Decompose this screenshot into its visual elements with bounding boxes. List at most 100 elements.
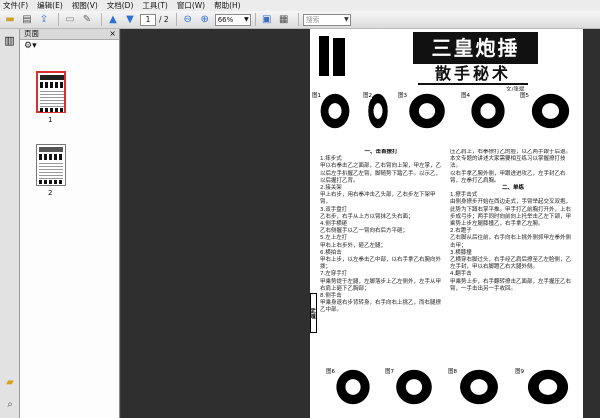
- photo: 图7: [383, 367, 445, 417]
- chevron-down-icon: ▼: [244, 15, 249, 23]
- next-page-icon[interactable]: ▼: [123, 13, 137, 26]
- photo-strip-bottom: 图6 图7 图8 图9: [310, 367, 583, 418]
- paragraph: 甲上右步，用右拳冲击乙头部，乙右步左下架甲臂，: [320, 192, 436, 206]
- article-column-left: 一、击首撩打 1.摔步式 甲以右拳击乙之面部，乙右臂向上架，甲左掌，乙以后左手扒…: [320, 149, 442, 365]
- menu-help[interactable]: 帮助(H): [214, 0, 241, 11]
- panel-options-icon[interactable]: ⚙▾: [20, 40, 119, 53]
- paragraph: 以右手拿乙腕外侧，甲跟进进攻乙，左手封乙右臂，左拳打乙肩胸。: [450, 170, 566, 184]
- photo-number: 图4: [461, 91, 470, 99]
- martial-arts-photo: [313, 32, 351, 82]
- paragraph: 乙右脚从后往前，右手向右上挑外侧抓甲左拳外侧击甲；: [450, 235, 572, 249]
- toolbar: ▬ ▤ ⇪ ▭ ✎ ▲ ▼ 1 / 2 ⊖ ⊕ 66% ▼ ▣ ▦ 搜索 ▼: [0, 11, 600, 29]
- comments-icon[interactable]: ▰: [3, 377, 17, 389]
- paragraph: 5.左上左打: [320, 235, 348, 242]
- paragraph: 甲乘势提于左腿，左脚落步上乙左侧外，左手从甲右肩上砸下乙胸部；: [320, 278, 442, 292]
- page-thumbnail-1[interactable]: [36, 71, 66, 113]
- photo: 图9: [513, 367, 583, 417]
- menu-file[interactable]: 文件(F): [3, 0, 28, 11]
- attachment-icon[interactable]: ⌕: [3, 399, 17, 411]
- zoom-out-icon[interactable]: ⊖: [181, 13, 195, 26]
- thumbnail-text-block: [39, 162, 63, 179]
- paragraph: 7.左穿手打: [320, 271, 348, 278]
- photo-number: 图1: [312, 91, 321, 99]
- article-title: 三皇炮捶: [413, 32, 538, 64]
- comment-icon[interactable]: ▭: [63, 13, 77, 26]
- figure-silhouette: [333, 38, 345, 76]
- menu-bar: 文件(F) 编辑(E) 视图(V) 文档(D) 工具(T) 窗口(W) 帮助(H…: [0, 0, 600, 11]
- paragraph: 压乙肩上，右拳撩打乙的脸，以乙两手跟于后退。本文专题的讲述大家需要相互练习以掌握…: [450, 149, 572, 170]
- share-icon[interactable]: ⇪: [37, 13, 51, 26]
- previous-page-icon[interactable]: ▲: [106, 13, 120, 26]
- photo-strip-top: 图1 图2 图3 图4 图5: [310, 91, 583, 141]
- article-column-right: 压乙肩上，右拳撩打乙的脸，以乙两手跟于后退。本文专题的讲述大家需要相互练习以掌握…: [450, 149, 576, 365]
- open-folder-icon[interactable]: ▬: [3, 13, 17, 26]
- pages-panel-icon[interactable]: ▥: [3, 34, 16, 47]
- menu-tools[interactable]: 工具(T): [142, 0, 167, 11]
- print-icon[interactable]: ▤: [20, 13, 34, 26]
- paragraph: 3.横膝撞: [450, 249, 472, 256]
- photo-number: 图8: [448, 367, 457, 375]
- fit-page-icon[interactable]: ▦: [277, 13, 291, 26]
- photo: 图1: [310, 91, 360, 141]
- pages-panel-title: 页面: [24, 29, 39, 38]
- thumbnail-photo-strip: [40, 108, 64, 112]
- paragraph: 甲乘身退右步背转身，右手向右上挑乙，而右腿撩乙中部。: [320, 300, 442, 314]
- photo-number: 图5: [520, 91, 529, 99]
- thumbnail-photo-strip: [40, 82, 64, 88]
- toolbar-divider: [254, 13, 256, 26]
- photo-number: 图3: [398, 91, 407, 99]
- paragraph: 6.横拍击: [320, 249, 342, 256]
- magazine-section-label: 武魂: [310, 293, 317, 333]
- paragraph: 甲乘势上步，右手翻转撩击乙面部，左手握压乙右臂，一手击出另一手收回。: [450, 278, 572, 292]
- zoom-in-icon[interactable]: ⊕: [198, 13, 212, 26]
- paragraph: 乙右步，右手从上方以臂抹乙头右面；: [320, 213, 414, 220]
- zoom-select[interactable]: 66% ▼: [214, 13, 251, 26]
- paragraph: 4.翻手击: [450, 271, 472, 278]
- page-number-input[interactable]: 1: [140, 13, 156, 26]
- thumbnail-title-block: [39, 147, 63, 152]
- menu-edit[interactable]: 编辑(E): [37, 0, 63, 11]
- photo-number: 图7: [385, 367, 394, 375]
- toolbar-divider: [297, 13, 299, 26]
- thumbnail-photo-strip: [39, 180, 63, 184]
- navigation-bar: ▥ ▰ ⌕: [0, 29, 20, 418]
- zoom-value: 66%: [217, 15, 234, 24]
- pages-panel-header: 页面 ×: [20, 29, 119, 40]
- paragraph: 甲以右拳击乙之面部，乙右臂向上架，甲左掌，乙以后左手扒握乙左臂，脚随势下踏乙手。…: [320, 163, 442, 184]
- photo: 图2: [361, 91, 395, 141]
- menu-window[interactable]: 窗口(W): [177, 0, 205, 11]
- article-subtitle: 散手秘术: [418, 63, 528, 85]
- page-total: / 2: [159, 15, 169, 24]
- paragraph: 甲右上右步外，砸乙左腿；: [320, 242, 387, 249]
- paragraph: 3.双手盘打: [320, 206, 348, 213]
- close-icon[interactable]: ×: [109, 29, 116, 39]
- toolbar-divider: [101, 13, 102, 26]
- photo-number: 图9: [515, 367, 524, 375]
- thumbnail-text-block: [40, 90, 64, 107]
- menu-view[interactable]: 视图(V): [72, 0, 98, 11]
- sign-icon[interactable]: ✎: [80, 13, 94, 26]
- document-viewer[interactable]: 三皇炮捶 散手秘术 文/张斌 图1 图2 图3 图4 图5 一、击首撩打 1.摔…: [121, 29, 600, 418]
- menu-document[interactable]: 文档(D): [107, 0, 134, 11]
- pages-panel: 页面 × ⚙▾ 1 2: [20, 29, 120, 418]
- page-thumbnail-label: 2: [48, 189, 53, 197]
- photo: 图5: [518, 91, 583, 141]
- page-thumbnail-2[interactable]: [36, 144, 66, 186]
- photo: 图4: [459, 91, 517, 141]
- paragraph: 甲右上步，以左拳击乙中部，以右手拿乙右腕向外拨；: [320, 257, 442, 271]
- figure-silhouette: [319, 36, 329, 76]
- search-placeholder: 搜索: [305, 15, 320, 24]
- save-icon[interactable]: ▣: [260, 13, 274, 26]
- photo-number: 图6: [326, 367, 335, 375]
- photo: 图8: [446, 367, 512, 417]
- photo-number: 图2: [363, 91, 372, 99]
- chevron-down-icon: ▼: [344, 15, 349, 23]
- search-input[interactable]: 搜索 ▼: [302, 13, 351, 26]
- paragraph: 由侧身撩步开始在西边走式，手臂举起交叉双抱，此势为下蹲右掌平推。甲手打乙前胸打开…: [450, 199, 572, 228]
- toolbar-divider: [175, 13, 177, 26]
- thumbnail-title-block: [40, 75, 64, 80]
- thumbnail-photo-strip: [39, 154, 63, 160]
- document-page: 三皇炮捶 散手秘术 文/张斌 图1 图2 图3 图4 图5 一、击首撩打 1.摔…: [310, 29, 583, 418]
- photo: 图6: [324, 367, 382, 417]
- paragraph: 乙横穿右脚过头，右手经乙肩后撩至乙左脸侧，乙左手封，甲以右脚蹬乙右大腿外侧。: [450, 257, 572, 271]
